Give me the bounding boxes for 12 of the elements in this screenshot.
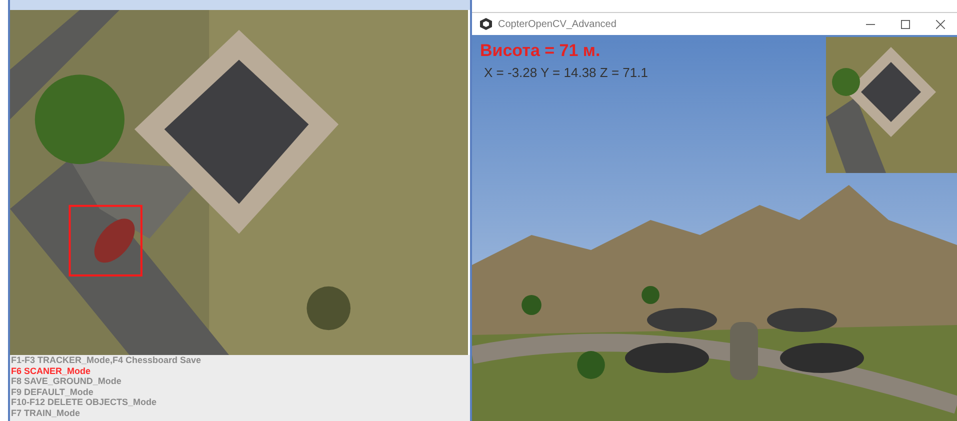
app-icon [480, 18, 492, 30]
mode-item[interactable]: F7 TRAIN_Mode [11, 408, 469, 418]
mode-item[interactable]: F6 SCANER_Mode [11, 366, 469, 376]
mode-item[interactable]: F1-F3 TRACKER_Mode,F4 Chessboard Save [11, 355, 469, 366]
mode-item[interactable]: F10-F12 DELETE OBJECTS_Mode [11, 397, 469, 408]
maximize-icon[interactable] [901, 20, 910, 28]
mode-item[interactable]: F8 SAVE_GROUND_Mode [11, 376, 469, 386]
altitude-label: Висота = 71 м. [480, 41, 600, 61]
coordinates-label: X = -3.28 Y = 14.38 Z = 71.1 [483, 65, 648, 80]
mode-item[interactable]: F9 DEFAULT_Mode [11, 386, 469, 397]
close-icon[interactable] [936, 20, 945, 28]
window-title: CopterOpenCV_Advanced [498, 18, 618, 30]
